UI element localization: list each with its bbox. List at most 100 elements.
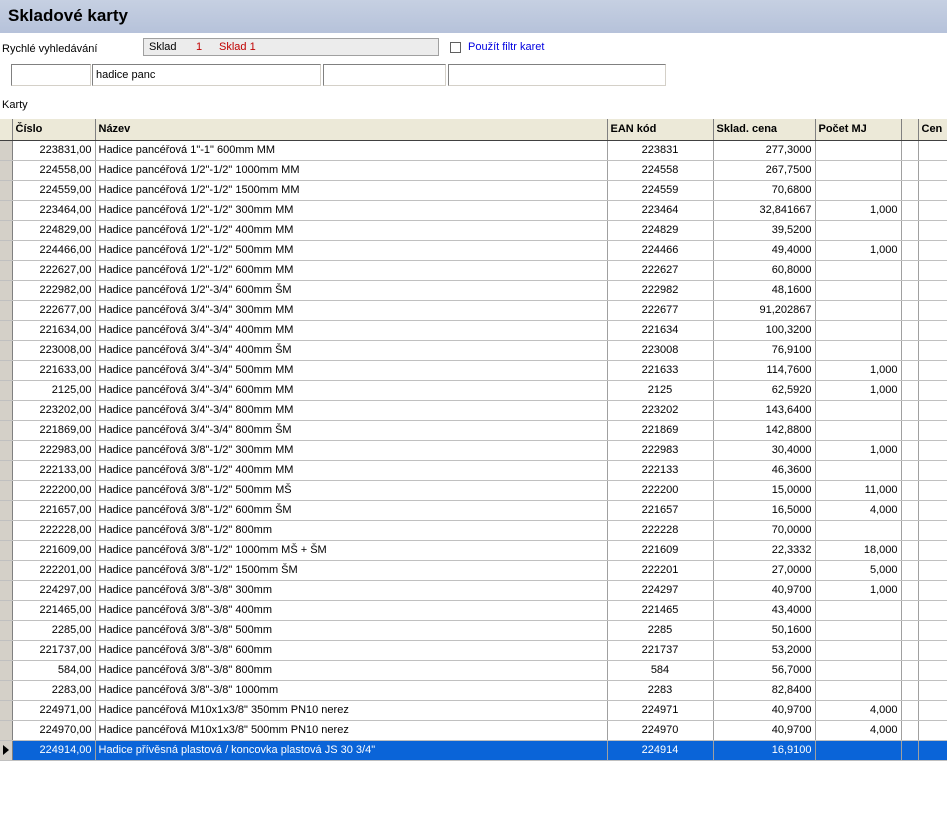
cell-blank[interactable] — [901, 520, 919, 541]
table-row[interactable]: 222200,00 Hadice pancéřová 3/8"-1/2" 500m… — [0, 480, 947, 501]
row-indicator[interactable] — [0, 660, 13, 681]
cell-cena[interactable] — [918, 160, 947, 181]
cell-sklad-cena[interactable]: 39,5200 — [713, 220, 816, 241]
row-indicator[interactable] — [0, 300, 13, 321]
cell-sklad-cena[interactable]: 16,5000 — [713, 500, 816, 521]
row-indicator[interactable] — [0, 340, 13, 361]
cell-nazev[interactable]: Hadice pancéřová 3/8"-3/8" 1000mm — [95, 680, 608, 701]
column-header-sklad-cena[interactable]: Sklad. cena — [713, 119, 816, 141]
cell-cena[interactable] — [918, 480, 947, 501]
cell-pocet-mj[interactable]: 4,000 — [815, 500, 902, 521]
cell-blank[interactable] — [901, 740, 919, 761]
cell-sklad-cena[interactable]: 53,2000 — [713, 640, 816, 661]
cell-ean[interactable]: 223202 — [607, 400, 714, 421]
table-row[interactable]: 224559,00 Hadice pancéřová 1/2"-1/2" 1500… — [0, 180, 947, 201]
cell-pocet-mj[interactable]: 11,000 — [815, 480, 902, 501]
cell-cena[interactable] — [918, 180, 947, 201]
row-indicator[interactable] — [0, 740, 13, 761]
table-row[interactable]: 221634,00 Hadice pancéřová 3/4"-3/4" 400m… — [0, 320, 947, 341]
cell-ean[interactable]: 222228 — [607, 520, 714, 541]
cell-ean[interactable]: 222200 — [607, 480, 714, 501]
table-row[interactable]: 224466,00 Hadice pancéřová 1/2"-1/2" 500m… — [0, 240, 947, 261]
cell-sklad-cena[interactable]: 50,1600 — [713, 620, 816, 641]
cell-nazev[interactable]: Hadice pancéřová 3/8"-1/2" 600mm ŠM — [95, 500, 608, 521]
row-indicator[interactable] — [0, 140, 13, 161]
table-row[interactable]: 2285,00 Hadice pancéřová 3/8"-3/8" 500mm 2… — [0, 620, 947, 641]
cell-blank[interactable] — [901, 180, 919, 201]
cell-cena[interactable] — [918, 500, 947, 521]
cell-pocet-mj[interactable] — [815, 740, 902, 761]
column-header-nazev[interactable]: Název — [95, 119, 608, 141]
cell-blank[interactable] — [901, 480, 919, 501]
cell-ean[interactable]: 224466 — [607, 240, 714, 261]
cell-nazev[interactable]: Hadice pancéřová 3/4"-3/4" 400mm MM — [95, 320, 608, 341]
row-indicator[interactable] — [0, 620, 13, 641]
cell-cislo[interactable]: 2125,00 — [12, 380, 96, 401]
cell-nazev[interactable]: Hadice pancéřová 3/4"-3/4" 800mm MM — [95, 400, 608, 421]
row-indicator[interactable] — [0, 360, 13, 381]
row-indicator[interactable] — [0, 600, 13, 621]
search-field-other[interactable] — [448, 64, 666, 86]
cell-pocet-mj[interactable] — [815, 320, 902, 341]
cell-pocet-mj[interactable] — [815, 180, 902, 201]
cell-pocet-mj[interactable] — [815, 620, 902, 641]
column-header-pocet-mj[interactable]: Počet MJ — [815, 119, 902, 141]
cell-ean[interactable]: 221869 — [607, 420, 714, 441]
cell-pocet-mj[interactable]: 1,000 — [815, 440, 902, 461]
cell-pocet-mj[interactable] — [815, 140, 902, 161]
cell-blank[interactable] — [901, 640, 919, 661]
row-indicator[interactable] — [0, 380, 13, 401]
cell-cena[interactable] — [918, 380, 947, 401]
search-field-name[interactable]: hadice panc — [92, 64, 321, 86]
filter-label[interactable]: Použít filtr karet — [468, 41, 544, 53]
cell-nazev[interactable]: Hadice pancéřová 3/8"-1/2" 1500mm ŠM — [95, 560, 608, 581]
filter-checkbox[interactable] — [450, 42, 461, 53]
cell-cena[interactable] — [918, 220, 947, 241]
cell-blank[interactable] — [901, 260, 919, 281]
row-indicator[interactable] — [0, 240, 13, 261]
cell-ean[interactable]: 224971 — [607, 700, 714, 721]
cell-cena[interactable] — [918, 340, 947, 361]
cell-pocet-mj[interactable]: 1,000 — [815, 360, 902, 381]
row-indicator[interactable] — [0, 320, 13, 341]
cell-pocet-mj[interactable]: 4,000 — [815, 720, 902, 741]
cell-ean[interactable]: 221657 — [607, 500, 714, 521]
cell-blank[interactable] — [901, 460, 919, 481]
cell-sklad-cena[interactable]: 30,4000 — [713, 440, 816, 461]
cell-nazev[interactable]: Hadice pancéřová 3/8"-3/8" 600mm — [95, 640, 608, 661]
cell-cena[interactable] — [918, 660, 947, 681]
cell-sklad-cena[interactable]: 70,6800 — [713, 180, 816, 201]
row-indicator[interactable] — [0, 420, 13, 441]
cell-pocet-mj[interactable] — [815, 260, 902, 281]
cell-cislo[interactable]: 222133,00 — [12, 460, 96, 481]
cell-ean[interactable]: 2285 — [607, 620, 714, 641]
cell-cislo[interactable]: 584,00 — [12, 660, 96, 681]
cell-cislo[interactable]: 223464,00 — [12, 200, 96, 221]
table-row[interactable]: 224297,00 Hadice pancéřová 3/8"-3/8" 300m… — [0, 580, 947, 601]
cell-ean[interactable]: 222627 — [607, 260, 714, 281]
cell-sklad-cena[interactable]: 142,8800 — [713, 420, 816, 441]
cell-nazev[interactable]: Hadice pancéřová 3/8"-1/2" 400mm MM — [95, 460, 608, 481]
cell-cena[interactable] — [918, 360, 947, 381]
cell-sklad-cena[interactable]: 49,4000 — [713, 240, 816, 261]
cell-ean[interactable]: 222133 — [607, 460, 714, 481]
cell-ean[interactable]: 224829 — [607, 220, 714, 241]
cell-blank[interactable] — [901, 540, 919, 561]
row-indicator[interactable] — [0, 220, 13, 241]
cell-sklad-cena[interactable]: 46,3600 — [713, 460, 816, 481]
cell-cena[interactable] — [918, 560, 947, 581]
table-row[interactable]: 221465,00 Hadice pancéřová 3/8"-3/8" 400m… — [0, 600, 947, 621]
cell-nazev[interactable]: Hadice pancéřová 3/4"-3/4" 300mm MM — [95, 300, 608, 321]
cell-blank[interactable] — [901, 680, 919, 701]
cell-pocet-mj[interactable] — [815, 220, 902, 241]
cell-ean[interactable]: 222982 — [607, 280, 714, 301]
cell-pocet-mj[interactable]: 1,000 — [815, 240, 902, 261]
cell-pocet-mj[interactable] — [815, 160, 902, 181]
cell-cislo[interactable]: 224829,00 — [12, 220, 96, 241]
cell-ean[interactable]: 221465 — [607, 600, 714, 621]
search-field-number[interactable] — [11, 64, 91, 86]
cell-ean[interactable]: 584 — [607, 660, 714, 681]
cell-cena[interactable] — [918, 640, 947, 661]
warehouse-selector[interactable]: Sklad 1 Sklad 1 — [143, 38, 439, 56]
cell-cislo[interactable]: 2285,00 — [12, 620, 96, 641]
